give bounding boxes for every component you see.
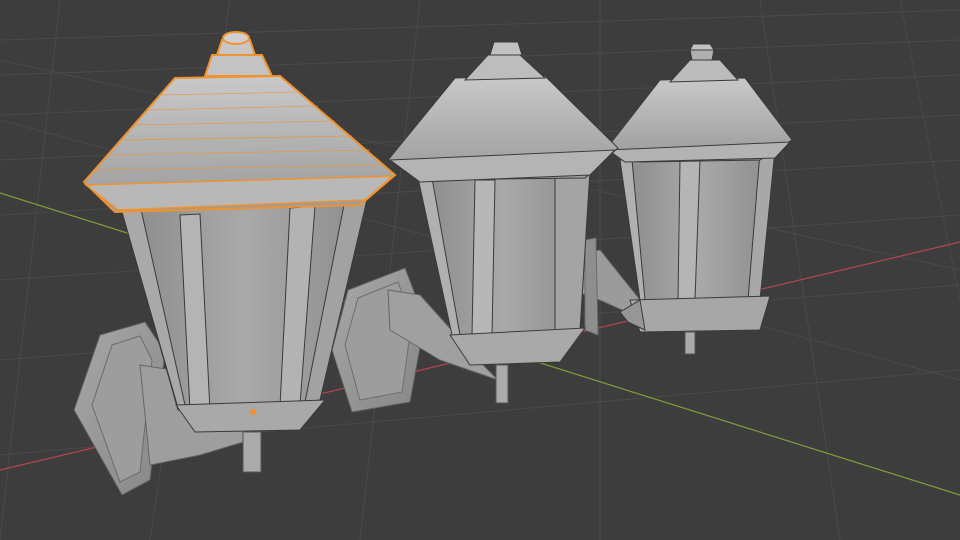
- viewport-canvas[interactable]: [0, 0, 960, 540]
- origin-point[interactable]: [250, 409, 256, 415]
- lantern-selected[interactable]: [73, 31, 397, 496]
- 3d-viewport[interactable]: [0, 0, 960, 540]
- lantern-middle[interactable]: [331, 41, 619, 413]
- lantern-right[interactable]: [571, 43, 793, 355]
